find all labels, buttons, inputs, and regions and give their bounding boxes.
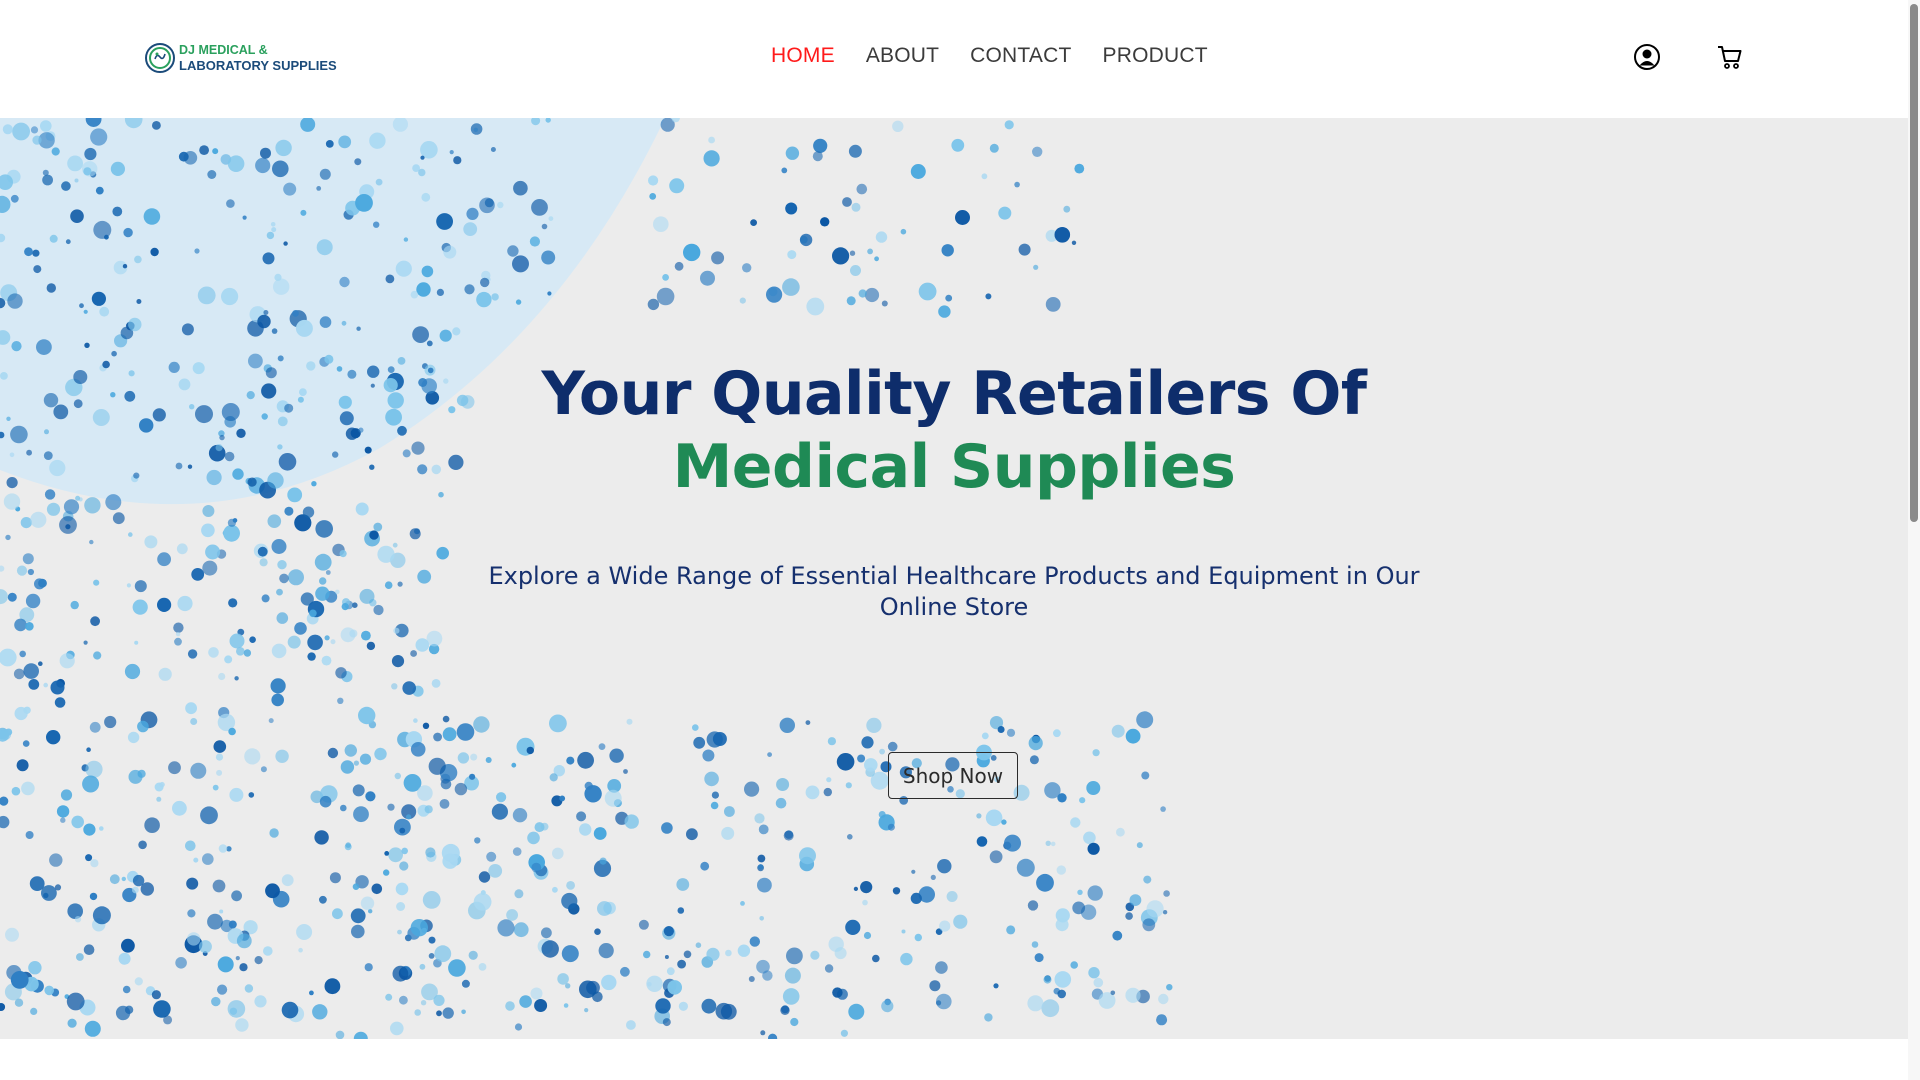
page-scrollbar[interactable] xyxy=(1908,0,1920,1080)
page: DJ MEDICAL & LABORATORY SUPPLIES HOME AB… xyxy=(0,0,1920,1080)
logo-text-line1: DJ MEDICAL & xyxy=(179,43,268,57)
main-nav: HOME ABOUT CONTACT PRODUCT xyxy=(771,44,1239,68)
site-header: DJ MEDICAL & LABORATORY SUPPLIES HOME AB… xyxy=(0,0,1908,118)
nav-item-home[interactable]: HOME xyxy=(771,44,835,68)
nav-item-about[interactable]: ABOUT xyxy=(866,44,939,68)
user-circle-icon[interactable] xyxy=(1632,42,1662,72)
hero-section: Your Quality Retailers Of Medical Suppli… xyxy=(0,118,1908,1039)
scrollbar-thumb[interactable] xyxy=(1910,4,1918,522)
hero-content: Your Quality Retailers Of Medical Suppli… xyxy=(0,118,1908,1039)
shopping-cart-icon[interactable] xyxy=(1715,42,1745,72)
logo-text-line2: LABORATORY SUPPLIES xyxy=(179,58,337,73)
brand-logo[interactable]: DJ MEDICAL & LABORATORY SUPPLIES xyxy=(144,42,337,74)
shop-now-button[interactable]: Shop Now xyxy=(888,752,1018,799)
nav-item-contact[interactable]: CONTACT xyxy=(970,44,1071,68)
hero-subtitle: Explore a Wide Range of Essential Health… xyxy=(488,562,1420,621)
hero-title: Your Quality Retailers Of xyxy=(541,359,1367,429)
logo-emblem-icon xyxy=(145,43,175,73)
nav-item-product[interactable]: PRODUCT xyxy=(1103,44,1208,68)
hero-title-highlight: Medical Supplies xyxy=(672,432,1236,502)
